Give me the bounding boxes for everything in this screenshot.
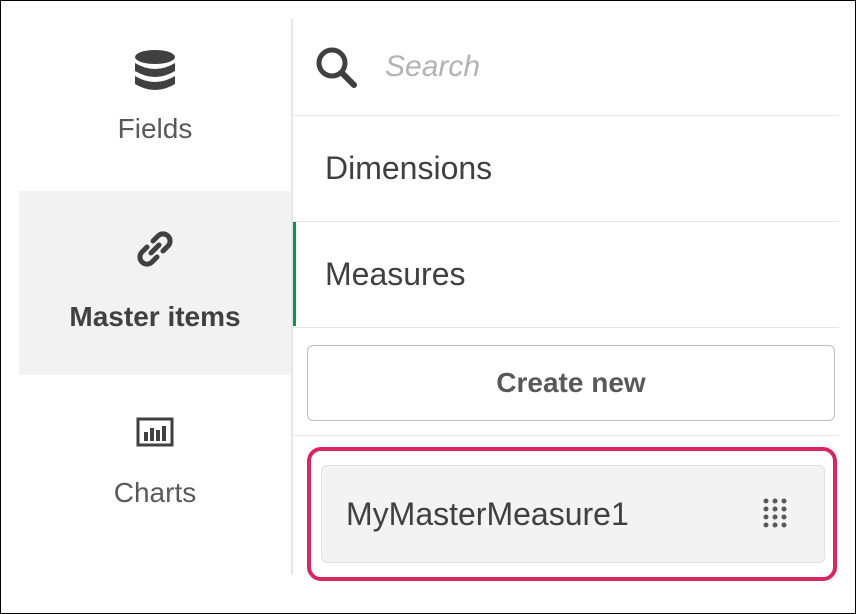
list-item-measure[interactable]: MyMasterMeasure1 xyxy=(321,465,825,563)
search-input[interactable] xyxy=(383,49,807,85)
sidebar-item-master-items[interactable]: Master items xyxy=(19,191,291,375)
drag-handle-icon[interactable] xyxy=(762,497,788,531)
sidebar-item-label: Fields xyxy=(117,113,193,144)
sidebar-item-fields[interactable]: Fields xyxy=(19,19,291,189)
tab-measures[interactable]: Measures xyxy=(293,222,839,326)
create-new-button[interactable]: Create new xyxy=(307,345,835,421)
sidebar-item-charts[interactable]: Charts xyxy=(19,375,291,525)
database-icon xyxy=(132,49,178,93)
divider xyxy=(293,435,839,436)
link-icon xyxy=(135,227,175,271)
tab-dimensions[interactable]: Dimensions xyxy=(293,116,839,220)
sidebar-item-label: Master items xyxy=(69,301,241,332)
create-new-label: Create new xyxy=(496,367,646,398)
divider xyxy=(293,327,839,328)
highlight-outline: MyMasterMeasure1 xyxy=(307,447,837,581)
sidebar-item-label: Charts xyxy=(113,477,197,508)
assets-sidebar: Fields Master items Charts xyxy=(19,19,291,575)
bar-chart-icon xyxy=(136,415,174,449)
list-item-label: MyMasterMeasure1 xyxy=(346,495,629,532)
app-window: Fields Master items Charts Search Dimens… xyxy=(0,0,856,614)
tab-label: Measures xyxy=(325,255,466,292)
search-icon[interactable] xyxy=(313,44,359,90)
tab-label: Dimensions xyxy=(325,149,493,186)
search-bar xyxy=(293,19,839,115)
master-items-panel: Dimensions Measures Create new MyMasterM… xyxy=(293,19,839,599)
